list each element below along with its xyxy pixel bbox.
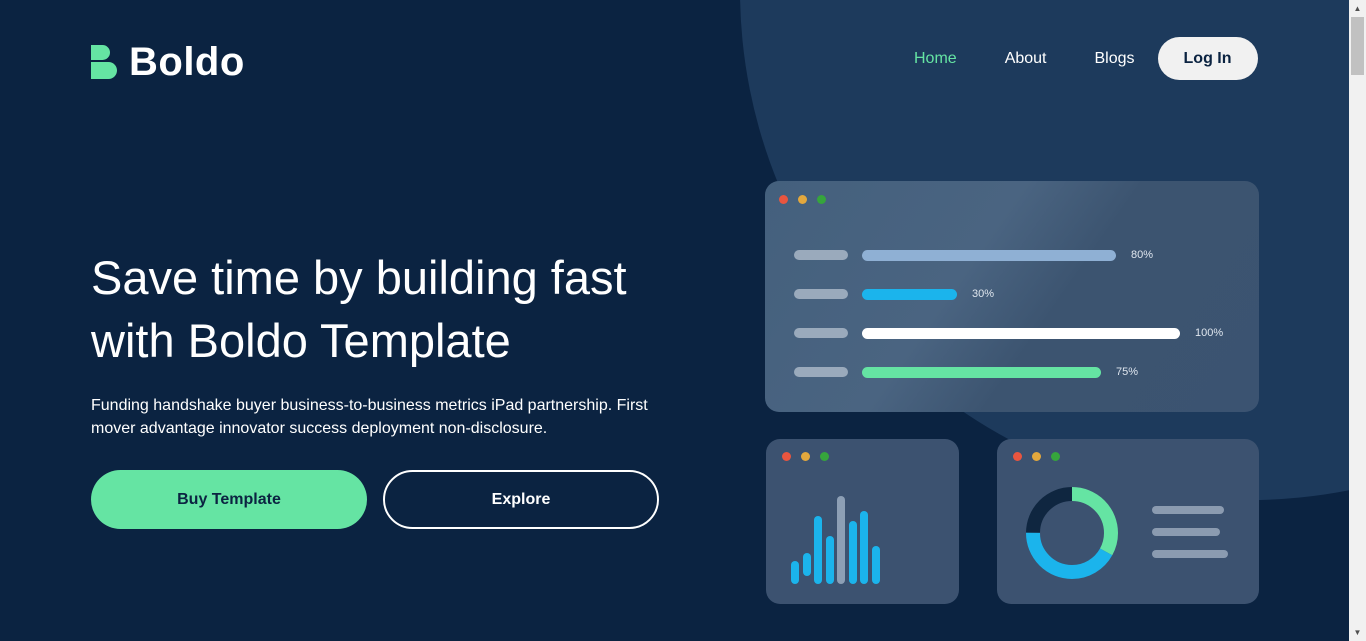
progress-bar: [862, 366, 1101, 378]
progress-label-placeholder: [794, 289, 848, 299]
legend-line: [1152, 550, 1228, 558]
donut-card: [997, 439, 1259, 604]
progress-percent: 80%: [1131, 249, 1154, 261]
progress-percent: 30%: [972, 288, 995, 300]
legend-lines: [1152, 506, 1228, 572]
scroll-thumb[interactable]: [1351, 17, 1364, 75]
progress-bar: [862, 288, 957, 300]
mini-bar: [871, 546, 880, 584]
window-dot-green-icon: [817, 195, 826, 204]
nav-home-link[interactable]: Home: [914, 50, 957, 68]
hero-title-line-1: Save time by building fast: [91, 251, 627, 304]
legend-line: [1152, 528, 1220, 536]
boldo-b-logo-icon: [91, 45, 118, 79]
hero-description: Funding handshake buyer business-to-busi…: [91, 397, 648, 437]
mini-bar: [791, 561, 799, 584]
scroll-up-arrow-icon[interactable]: ▲: [1349, 0, 1366, 17]
explore-button[interactable]: Explore: [383, 470, 659, 529]
bar-chart-card: [766, 439, 959, 604]
window-dot-red-icon: [779, 195, 788, 204]
mini-bar: [860, 511, 868, 584]
brand-logo[interactable]: Boldo: [91, 42, 245, 82]
hero-title: Save time by building fast with Boldo Te…: [91, 246, 711, 372]
top-nav: Home About Blogs Log In: [914, 37, 1258, 80]
buy-template-button[interactable]: Buy Template: [91, 470, 367, 529]
progress-card: 80% 30% 100% 75%: [765, 181, 1259, 412]
scroll-down-arrow-icon[interactable]: ▼: [1349, 624, 1366, 641]
window-dot-yellow-icon: [1032, 452, 1041, 461]
window-dots: [779, 195, 836, 204]
progress-bar: [862, 327, 1180, 339]
donut-chart: [1026, 487, 1118, 579]
progress-percent: 100%: [1195, 327, 1224, 339]
progress-row: 30%: [794, 288, 994, 300]
page-scrollbar[interactable]: ▲ ▼: [1349, 0, 1366, 641]
nav-blogs-link[interactable]: Blogs: [1095, 50, 1135, 68]
mini-bar: [837, 496, 845, 584]
mini-bar: [814, 516, 822, 584]
window-dot-red-icon: [1013, 452, 1022, 461]
window-dots: [1013, 452, 1070, 461]
progress-bar: [862, 249, 1116, 261]
progress-row: 80%: [794, 249, 1153, 261]
window-dot-green-icon: [820, 452, 829, 461]
window-dots: [782, 452, 839, 461]
nav-about-link[interactable]: About: [1005, 50, 1047, 68]
progress-row: 75%: [794, 366, 1138, 378]
progress-percent: 75%: [1116, 366, 1139, 378]
mini-bar: [825, 536, 834, 584]
mini-bar: [802, 553, 811, 576]
window-dot-green-icon: [1051, 452, 1060, 461]
window-dot-yellow-icon: [801, 452, 810, 461]
legend-line: [1152, 506, 1224, 514]
brand-name: Boldo: [129, 40, 245, 84]
progress-label-placeholder: [794, 328, 848, 338]
mini-bar: [848, 521, 857, 584]
progress-label-placeholder: [794, 250, 848, 260]
window-dot-red-icon: [782, 452, 791, 461]
progress-label-placeholder: [794, 367, 848, 377]
login-button[interactable]: Log In: [1157, 37, 1258, 80]
window-dot-yellow-icon: [798, 195, 807, 204]
hero-title-line-2: with Boldo Template: [91, 314, 511, 367]
progress-row: 100%: [794, 327, 1223, 339]
page-viewport: Boldo Home About Blogs Log In Save time …: [0, 0, 1349, 641]
